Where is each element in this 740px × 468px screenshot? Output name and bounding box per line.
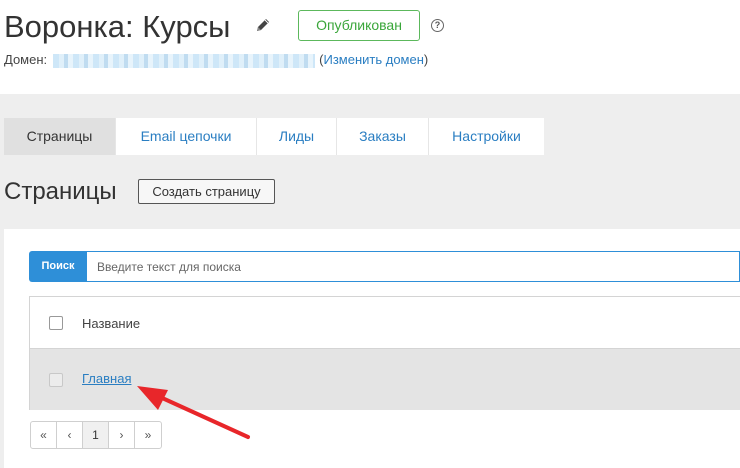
select-all-checkbox[interactable] [49,316,63,330]
tab-leads[interactable]: Лиды [257,118,337,155]
domain-row: Домен: (Изменить домен) [4,52,428,68]
table-header: Название [30,297,740,349]
page-first-button[interactable]: « [31,422,57,448]
column-header-name: Название [82,316,141,331]
tab-email-chains[interactable]: Email цепочки [116,118,257,155]
row-checkbox[interactable] [49,373,63,387]
paren-close: ) [423,52,429,67]
page-title: Воронка: Курсы [4,9,231,44]
funnel-tabs: Страницы Email цепочки Лиды Заказы Настр… [4,118,544,155]
tab-orders[interactable]: Заказы [337,118,429,155]
tab-pages[interactable]: Страницы [4,118,116,155]
page-prev-button[interactable]: ‹ [57,422,83,448]
question-circle-icon[interactable]: ? [431,19,444,32]
page-link-main[interactable]: Главная [82,371,131,387]
domain-label: Домен: [4,52,48,67]
funnel-header: Воронка: Курсы Опубликован ? Домен: (Изме… [0,0,740,94]
domain-value-redacted [53,53,316,68]
table-row: Главная [30,349,740,410]
page-current[interactable]: 1 [83,422,109,448]
search-input[interactable] [87,251,740,282]
page-next-button[interactable]: › [109,422,135,448]
pages-table: Название Главная [29,296,740,410]
tab-settings[interactable]: Настройки [429,118,544,155]
pagination: « ‹ 1 › » [30,421,162,449]
create-page-button[interactable]: Создать страницу [138,179,275,204]
published-status-button[interactable]: Опубликован [298,10,420,41]
search-button[interactable]: Поиск [29,251,87,282]
page-last-button[interactable]: » [135,422,161,448]
change-domain-link[interactable]: Изменить домен [323,52,423,67]
pencil-icon[interactable] [255,17,271,33]
section-title: Страницы [4,178,117,205]
